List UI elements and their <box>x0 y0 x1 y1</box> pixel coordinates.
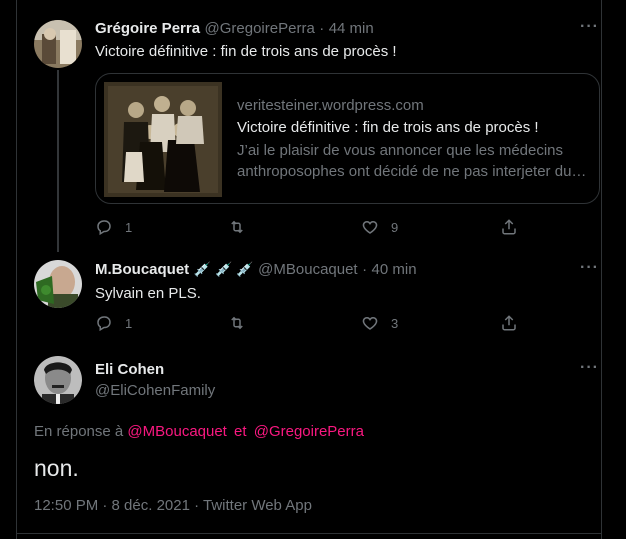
tweet-metadata[interactable]: 12:50 PM · 8 déc. 2021 · Twitter Web App <box>34 497 312 514</box>
tweet-time[interactable]: 44 min <box>329 20 374 37</box>
tweet2-header: M.Boucaquet 💉 💉 💉 @MBoucaquet · 40 min <box>95 261 417 279</box>
reply-button[interactable]: 1 <box>95 218 132 236</box>
like-button[interactable]: 3 <box>361 314 398 332</box>
author-name[interactable]: M.Boucaquet <box>95 261 189 278</box>
mention-conjunction: et <box>234 423 247 440</box>
share-button[interactable] <box>500 314 518 332</box>
author-handle[interactable]: @MBoucaquet <box>258 261 357 278</box>
mention-mboucaquet[interactable]: @MBoucaquet <box>127 423 226 440</box>
retweet-button[interactable] <box>228 314 246 332</box>
reply-count: 1 <box>125 315 133 331</box>
tweet1-actions: 1 9 <box>95 218 525 238</box>
author-name[interactable]: Eli Cohen <box>95 361 164 378</box>
reply-icon <box>97 316 111 332</box>
heart-icon <box>362 220 378 234</box>
replying-prefix: En réponse à <box>34 423 124 440</box>
share-icon <box>502 315 516 331</box>
main-tweet-name: Eli Cohen <box>95 361 164 379</box>
card-domain: veritesteiner.wordpress.com <box>237 97 424 114</box>
avatar-mboucaquet[interactable] <box>34 260 82 308</box>
retweet-icon <box>231 316 243 330</box>
like-button[interactable]: 9 <box>361 218 398 236</box>
like-count: 3 <box>391 315 399 331</box>
avatar-eli-cohen[interactable] <box>34 356 82 404</box>
main-tweet-text: non. <box>34 455 79 481</box>
more-options-icon[interactable]: ··· <box>580 359 599 377</box>
main-tweet-handle: @EliCohenFamily <box>95 382 215 400</box>
card-description: J’ai le plaisir de vous annoncer que les… <box>237 142 587 180</box>
divider <box>17 533 601 534</box>
heart-icon <box>362 316 378 330</box>
retweet-button[interactable] <box>228 218 246 236</box>
reply-count: 1 <box>125 219 133 235</box>
avatar-gregoire-perra[interactable] <box>34 20 82 68</box>
card-title: Victoire définitive : fin de trois ans d… <box>237 119 539 136</box>
more-options-icon[interactable]: ··· <box>580 18 599 36</box>
more-options-icon[interactable]: ··· <box>580 259 599 277</box>
like-count: 9 <box>391 219 399 235</box>
tweet-text: Victoire définitive : fin de trois ans d… <box>95 43 397 60</box>
author-handle[interactable]: @GregoirePerra <box>205 20 315 37</box>
link-card[interactable]: veritesteiner.wordpress.com Victoire déf… <box>95 73 600 204</box>
share-icon <box>502 219 516 235</box>
retweet-icon <box>231 220 243 234</box>
author-name[interactable]: Grégoire Perra <box>95 20 200 37</box>
reply-button[interactable]: 1 <box>95 314 132 332</box>
tweet-time[interactable]: 40 min <box>372 261 417 278</box>
separator-dot: · <box>362 261 368 278</box>
replying-to: En réponse à @MBoucaquet et @GregoirePer… <box>34 423 364 440</box>
tweet2-actions: 1 3 <box>95 314 525 334</box>
share-button[interactable] <box>500 218 518 236</box>
reply-icon <box>97 220 111 236</box>
author-handle[interactable]: @EliCohenFamily <box>95 382 215 399</box>
separator-dot: · <box>319 20 325 37</box>
syringe-emoji: 💉 💉 💉 <box>193 261 254 277</box>
tweet-text: Sylvain en PLS. <box>95 285 201 302</box>
card-thumbnail <box>104 82 222 197</box>
mention-gregoireperra[interactable]: @GregoirePerra <box>254 423 364 440</box>
tweet1-header: Grégoire Perra @GregoirePerra · 44 min <box>95 20 374 38</box>
card-text: veritesteiner.wordpress.com Victoire déf… <box>237 96 592 182</box>
thread-line <box>57 70 59 252</box>
